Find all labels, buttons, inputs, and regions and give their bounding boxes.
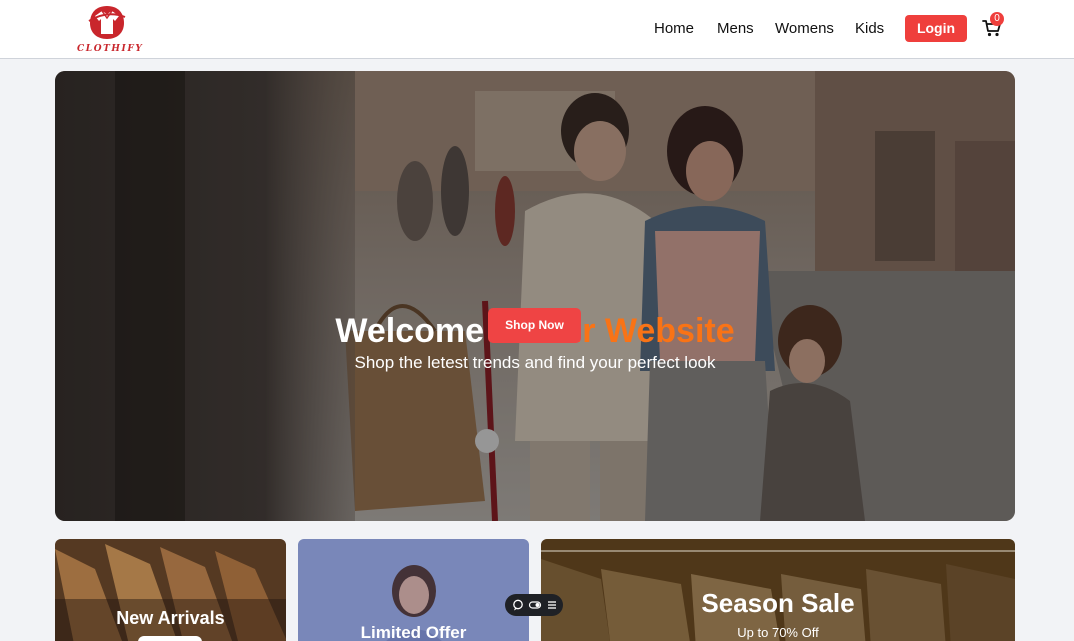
nav-womens[interactable]: Womens (775, 18, 834, 40)
card-new-arrivals[interactable]: New Arrivals (55, 539, 286, 641)
shop-now-button[interactable]: Shop Now (488, 308, 581, 343)
hero-banner: Welcome to Our Website Shop the letest t… (55, 71, 1015, 521)
nav-kids[interactable]: Kids (855, 18, 884, 40)
nav-home[interactable]: Home (654, 18, 694, 40)
card-title-season-sale: Season Sale (701, 588, 855, 618)
card-limited-offer[interactable]: Limited Offer (298, 539, 529, 641)
card-button[interactable] (138, 636, 202, 641)
toggle-icon[interactable] (528, 598, 542, 612)
card-title-new-arrivals: New Arrivals (116, 608, 225, 628)
card-subtitle-season-sale: Up to 70% Off (737, 625, 819, 640)
hero-subtitle: Shop the letest trends and find your per… (354, 353, 716, 372)
nav-mens[interactable]: Mens (717, 18, 754, 40)
shirt-logo-icon (88, 6, 126, 39)
brand-name: CLOTHIFY (77, 44, 144, 54)
brand-logo[interactable]: CLOTHIFY (74, 4, 142, 56)
hero-photo (55, 71, 1015, 521)
card-season-sale[interactable]: Season Sale Up to 70% Off (541, 539, 1015, 641)
menu-icon[interactable] (545, 598, 559, 612)
navbar: CLOTHIFY Home Mens Womens Kids Login 0 (0, 0, 1074, 59)
login-button[interactable]: Login (905, 15, 967, 42)
chat-icon[interactable] (511, 598, 525, 612)
cart-count-badge: 0 (990, 12, 1004, 26)
card-title-limited-offer: Limited Offer (360, 623, 467, 641)
floating-toolbar (505, 594, 563, 616)
